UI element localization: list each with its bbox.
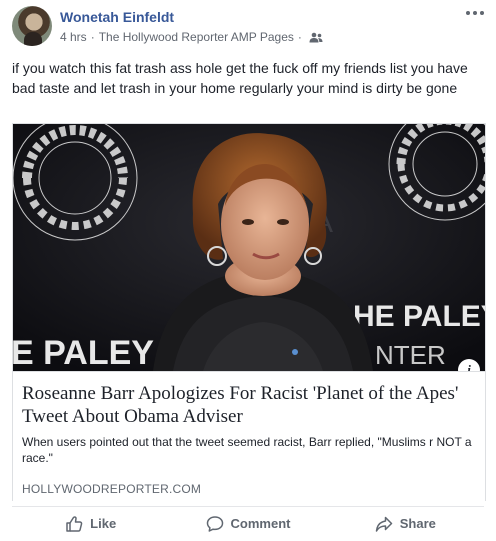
link-domain: HOLLYWOODREPORTER.COM <box>22 482 202 496</box>
link-preview-card[interactable]: E PALEY HE PALEY NTER E PALEY A <box>12 123 486 501</box>
thumbs-up-icon <box>66 515 83 532</box>
dot-icon <box>480 11 484 15</box>
link-snippet: When users pointed out that the tweet se… <box>22 435 472 465</box>
post-meta: 4 hrs · The Hollywood Reporter AMP Pages… <box>60 30 323 44</box>
left-banner-text: E PALEY <box>13 334 154 371</box>
share-label: Share <box>399 516 436 531</box>
top-banner-text: E PALEY <box>181 124 332 130</box>
link-preview-image[interactable]: E PALEY HE PALEY NTER E PALEY A <box>13 124 485 371</box>
share-button[interactable]: Share <box>327 507 484 538</box>
comment-bubble-icon <box>206 515 223 532</box>
comment-button[interactable]: Comment <box>169 507 326 538</box>
meta-separator-2: · <box>297 30 302 44</box>
facebook-post: Wonetah Einfeldt 4 hrs · The Hollywood R… <box>0 0 496 541</box>
like-label: Like <box>90 516 117 531</box>
link-preview-info[interactable]: Roseanne Barr Apologizes For Racist 'Pla… <box>13 371 485 501</box>
event-photo: E PALEY HE PALEY NTER E PALEY A <box>13 124 485 371</box>
link-headline[interactable]: Roseanne Barr Apologizes For Racist 'Pla… <box>22 382 480 428</box>
people-icon[interactable] <box>309 32 323 43</box>
post-text: if you watch this fat trash ass hole get… <box>12 60 468 96</box>
share-arrow-icon <box>375 516 392 532</box>
post-source[interactable]: The Hollywood Reporter AMP Pages <box>99 30 294 44</box>
post-time[interactable]: 4 hrs <box>60 30 87 44</box>
dot-icon <box>473 11 477 15</box>
author-name[interactable]: Wonetah Einfeldt <box>60 9 174 25</box>
meta-separator: · <box>90 30 95 44</box>
post-action-bar: Like Comment Share <box>12 506 484 538</box>
dot-icon <box>466 11 470 15</box>
right-banner-text-1: HE PALEY <box>353 300 485 333</box>
right-banner-text-2: NTER <box>375 340 446 370</box>
author-avatar[interactable] <box>12 6 52 46</box>
like-button[interactable]: Like <box>12 507 169 538</box>
more-options-button[interactable] <box>464 6 486 20</box>
comment-label: Comment <box>230 516 291 531</box>
